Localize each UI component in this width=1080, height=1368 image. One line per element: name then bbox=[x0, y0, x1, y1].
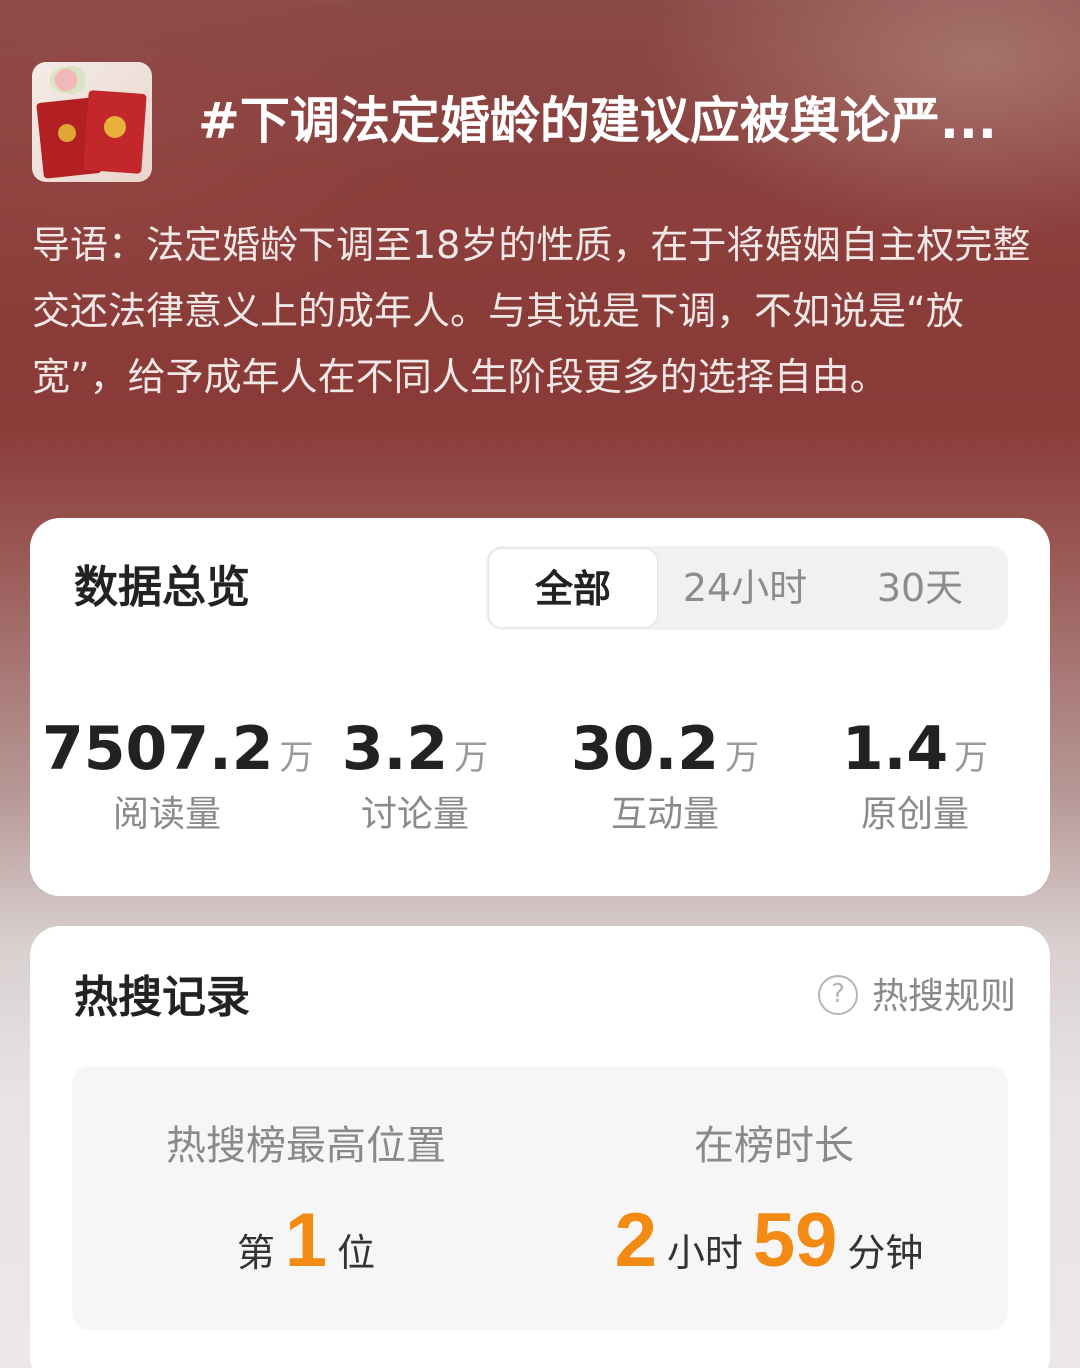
overview-title: 数据总览 bbox=[74, 562, 250, 613]
stat-label: 原创量 bbox=[860, 794, 969, 835]
emblem-icon bbox=[58, 124, 76, 142]
topic-title: #下调法定婚龄的建议应被舆论严... bbox=[198, 92, 997, 150]
stat-interactions: 30.2 万 互动量 bbox=[540, 714, 790, 840]
tab-all[interactable]: 全部 bbox=[488, 548, 658, 628]
time-range-tabs: 全部 24小时 30天 bbox=[486, 546, 1008, 630]
on-list-duration: 在榜时长 2 小时 59 分钟 bbox=[540, 1118, 1008, 1286]
hot-search-panel: 热搜榜最高位置 第1位 在榜时长 2 小时 59 分钟 bbox=[72, 1066, 1008, 1330]
topic-header: #下调法定婚龄的建议应被舆论严... bbox=[32, 62, 1048, 182]
topic-thumbnail[interactable] bbox=[32, 62, 152, 182]
tab-24h[interactable]: 24小时 bbox=[658, 546, 832, 630]
peak-prefix: 第 bbox=[236, 1231, 275, 1275]
data-overview-card: 数据总览 全部 24小时 30天 7507.2 万 阅读量 3.2 万 讨论量 30… bbox=[30, 518, 1050, 896]
stat-label: 阅读量 bbox=[112, 794, 221, 835]
stat-value: 1.4 bbox=[841, 714, 949, 784]
peak-value: 1 bbox=[284, 1198, 328, 1283]
stat-reads: 7507.2 万 阅读量 bbox=[42, 714, 314, 840]
emblem-icon bbox=[104, 116, 126, 138]
minutes-unit: 分钟 bbox=[847, 1231, 924, 1275]
hot-search-card: 热搜记录 ? 热搜规则 热搜榜最高位置 第1位 在榜时长 2 小时 59 分钟 bbox=[30, 926, 1050, 1368]
hours-unit: 小时 bbox=[666, 1231, 743, 1275]
stat-unit: 万 bbox=[725, 738, 760, 778]
stat-value: 7507.2 bbox=[42, 714, 274, 784]
stat-value: 3.2 bbox=[341, 714, 449, 784]
topic-lead: 导语：法定婚龄下调至18岁的性质，在于将婚姻自主权完整交还法律意义上的成年人。与… bbox=[32, 223, 1031, 399]
stat-discussions: 3.2 万 讨论量 bbox=[290, 714, 540, 840]
stat-label: 互动量 bbox=[610, 794, 719, 835]
hot-search-rules-link[interactable]: ? 热搜规则 bbox=[817, 972, 1016, 1022]
question-circle-icon: ? bbox=[817, 975, 858, 1015]
duration-label: 在榜时长 bbox=[694, 1123, 854, 1169]
stat-originals: 1.4 万 原创量 bbox=[790, 714, 1040, 840]
flower-decoration bbox=[50, 66, 90, 94]
duration-minutes: 59 bbox=[752, 1198, 838, 1283]
duration-hours: 2 bbox=[614, 1198, 657, 1283]
stat-label: 讨论量 bbox=[360, 794, 469, 835]
stat-value: 30.2 bbox=[570, 714, 720, 784]
peak-suffix: 位 bbox=[337, 1231, 376, 1275]
rules-label: 热搜规则 bbox=[871, 976, 1016, 1017]
stat-unit: 万 bbox=[454, 738, 489, 778]
hot-search-title: 热搜记录 bbox=[74, 972, 250, 1023]
tab-30d[interactable]: 30天 bbox=[832, 546, 1008, 630]
peak-position: 热搜榜最高位置 第1位 bbox=[72, 1118, 540, 1286]
peak-position-label: 热搜榜最高位置 bbox=[166, 1123, 446, 1169]
stat-unit: 万 bbox=[954, 738, 989, 778]
